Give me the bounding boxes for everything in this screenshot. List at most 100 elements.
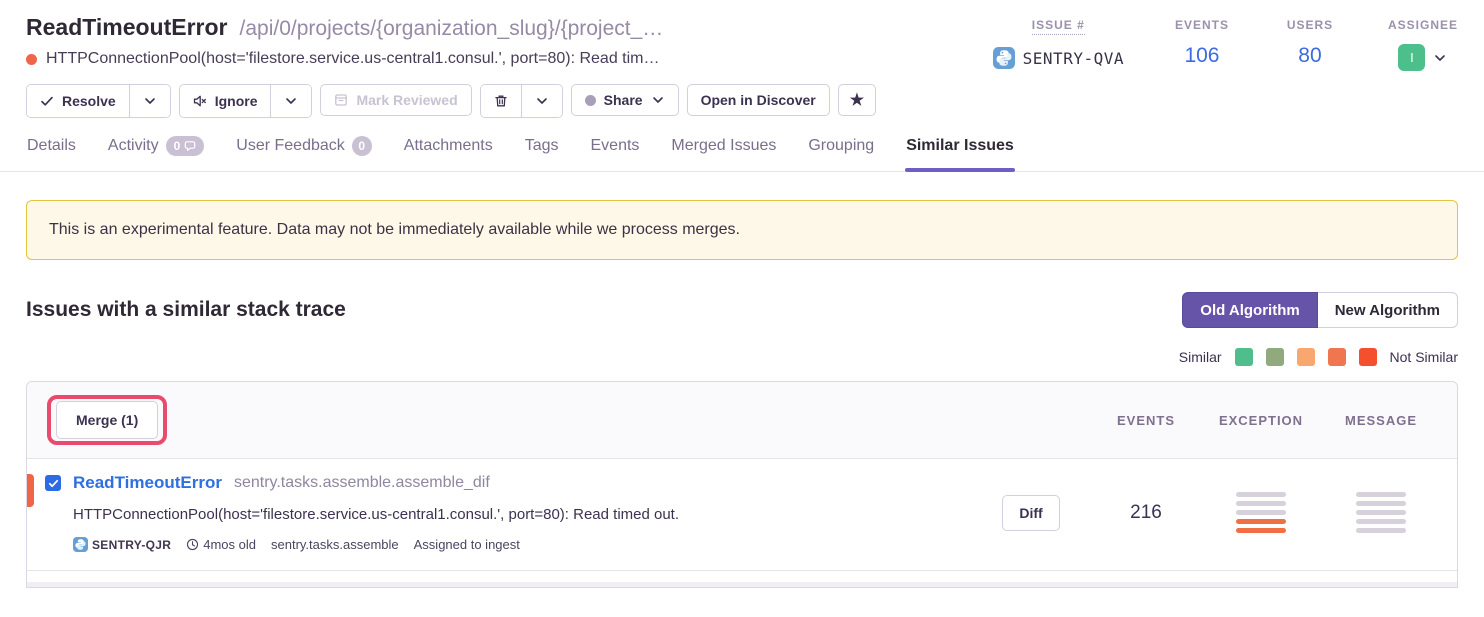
column-header-exception: EXCEPTION: [1201, 413, 1321, 428]
bookmark-button[interactable]: ★: [838, 84, 876, 116]
delete-button[interactable]: [481, 85, 521, 117]
tab-label: Grouping: [808, 137, 874, 155]
merge-button[interactable]: Merge (1): [56, 401, 158, 439]
tab-label: User Feedback: [236, 137, 345, 155]
column-headers: EVENTS EXCEPTION MESSAGE: [1091, 413, 1457, 428]
similar-issues-content: This is an experimental feature. Data ma…: [0, 172, 1484, 588]
similarity-bar: [1356, 519, 1406, 524]
similarity-bar: [1236, 519, 1286, 524]
legend-swatch: [1359, 348, 1377, 366]
message-similarity-spectrum: [1356, 492, 1406, 533]
diff-button[interactable]: Diff: [1002, 495, 1059, 531]
mark-reviewed-button[interactable]: Mark Reviewed: [320, 84, 471, 116]
python-logo-icon: [73, 537, 88, 552]
alert-text: This is an experimental feature. Data ma…: [49, 221, 740, 238]
clock-icon: [186, 538, 199, 551]
star-icon: ★: [850, 90, 864, 110]
resolve-button[interactable]: Resolve: [27, 85, 129, 117]
trash-icon: [494, 94, 508, 108]
mute-icon: [193, 94, 207, 108]
resolve-button-group: Resolve: [26, 84, 171, 118]
legend-swatch: [1266, 348, 1284, 366]
delete-button-group: [480, 84, 563, 118]
issue-number-label: ISSUE #: [1032, 18, 1085, 35]
similar-issue-message: HTTPConnectionPool(host='filestore.servi…: [73, 506, 971, 523]
similar-issues-panel: Merge (1) EVENTS EXCEPTION MESSAGE ReadT…: [26, 381, 1458, 588]
chevron-down-icon: [143, 94, 157, 108]
check-icon: [48, 478, 59, 489]
similarity-bar: [1236, 501, 1286, 506]
resolve-dropdown-button[interactable]: [129, 85, 170, 117]
old-algorithm-button[interactable]: Old Algorithm: [1182, 292, 1317, 328]
share-button[interactable]: Share: [571, 84, 679, 116]
tab-attachments[interactable]: Attachments: [403, 132, 494, 171]
similarity-bar: [1356, 528, 1406, 533]
stat-events: EVENTS 106: [1172, 18, 1232, 71]
activity-count-badge: 0: [166, 136, 205, 156]
chevron-down-icon[interactable]: [1433, 51, 1447, 65]
similar-issue-meta: SENTRY-QJR 4mos old sentry.tasks.assembl…: [73, 537, 971, 552]
similar-issue-link[interactable]: ReadTimeoutError: [73, 473, 222, 493]
legend-swatch: [1235, 348, 1253, 366]
row-checkbox[interactable]: [45, 475, 61, 491]
tab-merged-issues[interactable]: Merged Issues: [670, 132, 777, 171]
row-events-count: 216: [1130, 502, 1162, 524]
assignee-dropdown[interactable]: I: [1398, 44, 1447, 71]
similarity-bar: [1236, 510, 1286, 515]
ignore-button-group: Ignore: [179, 84, 313, 118]
panel-header: Merge (1) EVENTS EXCEPTION MESSAGE: [27, 382, 1457, 459]
stat-assignee: ASSIGNEE I: [1388, 18, 1458, 71]
share-status-dot: [585, 95, 596, 106]
similarity-bar: [1356, 492, 1406, 497]
ignore-label: Ignore: [215, 93, 258, 109]
badge-count: 0: [174, 139, 181, 153]
issue-tabs: Details Activity 0 User Feedback 0 Attac…: [0, 132, 1484, 172]
ignore-dropdown-button[interactable]: [270, 85, 311, 117]
tab-grouping[interactable]: Grouping: [807, 132, 875, 171]
legend-similar-label: Similar: [1179, 349, 1222, 365]
issue-short-id: SENTRY-QVA: [1023, 49, 1124, 68]
chevron-down-icon: [284, 94, 298, 108]
error-level-dot: [26, 54, 37, 65]
tab-activity[interactable]: Activity 0: [107, 132, 205, 171]
chevron-down-icon: [535, 94, 549, 108]
similarity-bar: [1356, 510, 1406, 515]
ignore-button[interactable]: Ignore: [180, 85, 271, 117]
merge-annotation-wrapper: Merge (1): [47, 395, 167, 445]
similar-issue-culprit: sentry.tasks.assemble.assemble_dif: [234, 474, 490, 492]
new-algorithm-button[interactable]: New Algorithm: [1318, 292, 1458, 328]
users-count[interactable]: 80: [1298, 44, 1321, 68]
tab-label: Similar Issues: [906, 137, 1014, 155]
tab-label: Activity: [108, 137, 159, 155]
tab-events[interactable]: Events: [590, 132, 641, 171]
events-count[interactable]: 106: [1184, 44, 1219, 68]
assignee-label: ASSIGNEE: [1388, 18, 1458, 32]
column-header-events: EVENTS: [1091, 413, 1201, 428]
tab-label: Events: [591, 137, 640, 155]
tab-label: Tags: [525, 137, 559, 155]
stat-issue-id: ISSUE # SENTRY-QVA: [993, 18, 1124, 71]
legend-swatch: [1328, 348, 1346, 366]
next-row-partial: [27, 571, 1457, 587]
tab-label: Details: [27, 137, 76, 155]
similarity-bar: [1236, 528, 1286, 533]
issue-stats: ISSUE # SENTRY-QVA EVENTS 106 USERS 80 A…: [993, 14, 1458, 71]
row-short-id: SENTRY-QJR: [92, 538, 171, 552]
legend-swatches: [1235, 348, 1377, 366]
assignee-avatar[interactable]: I: [1398, 44, 1425, 71]
tab-user-feedback[interactable]: User Feedback 0: [235, 132, 373, 171]
tab-label: Merged Issues: [671, 137, 776, 155]
legend-swatch: [1297, 348, 1315, 366]
issue-title-line: ReadTimeoutError /api/0/projects/{organi…: [26, 14, 663, 41]
row-age: 4mos old: [203, 537, 256, 552]
issue-header: ReadTimeoutError /api/0/projects/{organi…: [0, 0, 1484, 172]
similarity-bar: [1356, 501, 1406, 506]
page-title: ReadTimeoutError: [26, 14, 228, 41]
tab-tags[interactable]: Tags: [524, 132, 560, 171]
tab-similar-issues[interactable]: Similar Issues: [905, 132, 1015, 171]
tab-details[interactable]: Details: [26, 132, 77, 171]
delete-dropdown-button[interactable]: [521, 85, 562, 117]
similarity-legend: Similar Not Similar: [26, 348, 1458, 366]
open-in-discover-button[interactable]: Open in Discover: [687, 84, 830, 116]
events-label: EVENTS: [1175, 18, 1229, 32]
